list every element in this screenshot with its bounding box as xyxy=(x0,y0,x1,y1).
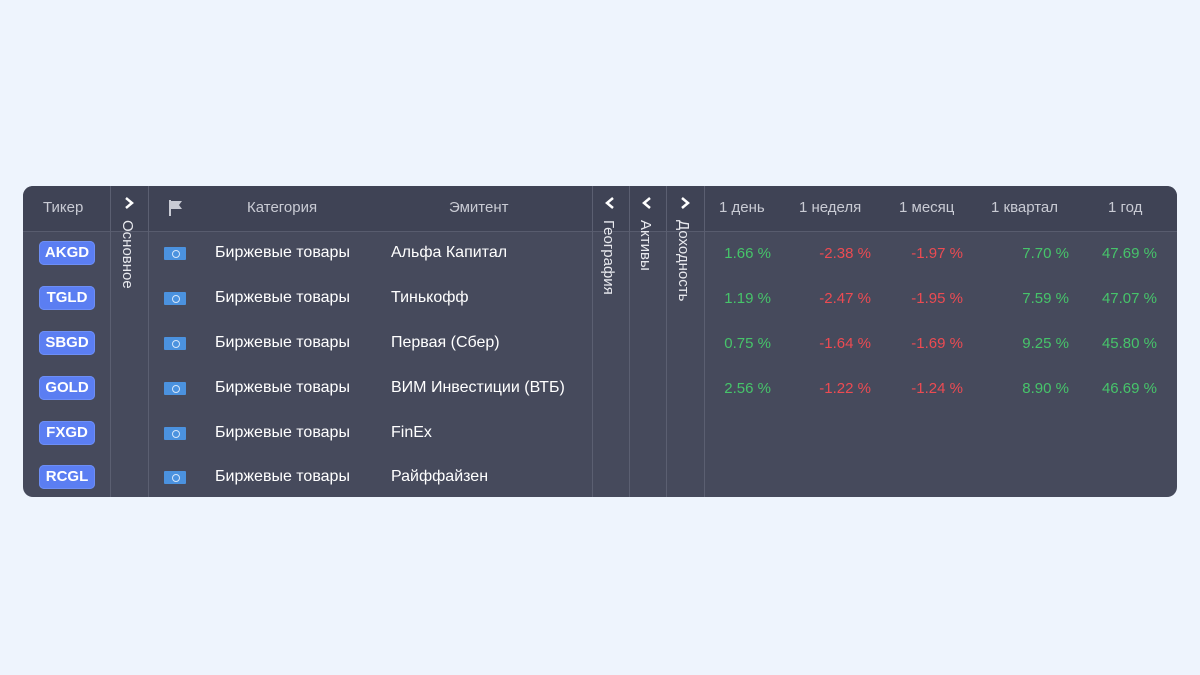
return-1-year: 47.07 % xyxy=(1101,290,1157,307)
return-1-day: 2.56 % xyxy=(724,380,771,397)
category-cell: Биржевые товары xyxy=(215,289,350,306)
return-1-week: -1.64 % xyxy=(819,335,871,352)
category-cell: Биржевые товары xyxy=(215,244,350,261)
chevron-right-icon xyxy=(681,197,690,209)
header-1-year[interactable]: 1 год xyxy=(1108,199,1142,216)
category-cell: Биржевые товары xyxy=(215,379,350,396)
return-1-day: 1.66 % xyxy=(724,245,771,262)
header-ticker[interactable]: Тикер xyxy=(43,199,83,216)
un-flag-icon xyxy=(164,382,186,395)
return-1-day: 1.19 % xyxy=(724,290,771,307)
issuer-cell: Первая (Сбер) xyxy=(391,334,500,351)
category-cell: Биржевые товары xyxy=(215,468,350,485)
issuer-cell: Тинькофф xyxy=(391,289,469,306)
issuer-cell: Райффайзен xyxy=(391,468,489,485)
table-row[interactable]: AKGD Биржевые товары Альфа Капитал 1.66 … xyxy=(23,231,1177,276)
ticker-badge[interactable]: SBGD xyxy=(39,331,95,355)
ticker-badge[interactable]: TGLD xyxy=(39,286,95,310)
return-1-quarter: 7.59 % xyxy=(1022,290,1069,307)
return-1-quarter: 7.70 % xyxy=(1022,245,1069,262)
return-1-year: 46.69 % xyxy=(1101,380,1157,397)
ticker-badge[interactable]: GOLD xyxy=(39,376,95,400)
un-flag-icon xyxy=(164,471,186,484)
return-1-quarter: 9.25 % xyxy=(1022,335,1069,352)
table-row[interactable]: FXGD Биржевые товары FinEx xyxy=(23,411,1177,456)
header-1-month[interactable]: 1 месяц xyxy=(899,199,954,216)
issuer-cell: ВИМ Инвестиции (ВТБ) xyxy=(391,379,565,396)
return-1-year: 45.80 % xyxy=(1101,335,1157,352)
issuer-cell: FinEx xyxy=(391,424,432,441)
chevron-right-icon xyxy=(125,197,134,209)
etf-table: Тикер Категория Эмитент 1 день 1 неделя … xyxy=(23,186,1177,497)
table-row[interactable]: GOLD Биржевые товары ВИМ Инвестиции (ВТБ… xyxy=(23,366,1177,411)
return-1-quarter: 8.90 % xyxy=(1022,380,1069,397)
table-row[interactable]: RCGL Биржевые товары Райффайзен xyxy=(23,456,1177,497)
un-flag-icon xyxy=(164,247,186,260)
ticker-badge[interactable]: RCGL xyxy=(39,465,95,489)
header-1-week[interactable]: 1 неделя xyxy=(799,199,861,216)
return-1-week: -1.22 % xyxy=(819,380,871,397)
return-1-week: -2.38 % xyxy=(819,245,871,262)
return-1-month: -1.95 % xyxy=(911,290,963,307)
return-1-month: -1.24 % xyxy=(911,380,963,397)
header-1-quarter[interactable]: 1 квартал xyxy=(991,199,1058,216)
header-issuer[interactable]: Эмитент xyxy=(449,199,509,216)
ticker-badge[interactable]: FXGD xyxy=(39,421,95,445)
table-row[interactable]: SBGD Биржевые товары Первая (Сбер) 0.75 … xyxy=(23,321,1177,366)
return-1-month: -1.69 % xyxy=(911,335,963,352)
return-1-day: 0.75 % xyxy=(724,335,771,352)
return-1-year: 47.69 % xyxy=(1101,245,1157,262)
return-1-week: -2.47 % xyxy=(819,290,871,307)
chevron-left-icon xyxy=(605,197,614,209)
chevron-left-icon xyxy=(642,197,651,209)
return-1-month: -1.97 % xyxy=(911,245,963,262)
category-cell: Биржевые товары xyxy=(215,424,350,441)
flag-icon xyxy=(169,200,182,216)
un-flag-icon xyxy=(164,292,186,305)
issuer-cell: Альфа Капитал xyxy=(391,244,508,261)
un-flag-icon xyxy=(164,427,186,440)
ticker-badge[interactable]: AKGD xyxy=(39,241,95,265)
table-row[interactable]: TGLD Биржевые товары Тинькофф 1.19 % -2.… xyxy=(23,276,1177,321)
header-category[interactable]: Категория xyxy=(247,199,317,216)
un-flag-icon xyxy=(164,337,186,350)
category-cell: Биржевые товары xyxy=(215,334,350,351)
header-1-day[interactable]: 1 день xyxy=(719,199,765,216)
